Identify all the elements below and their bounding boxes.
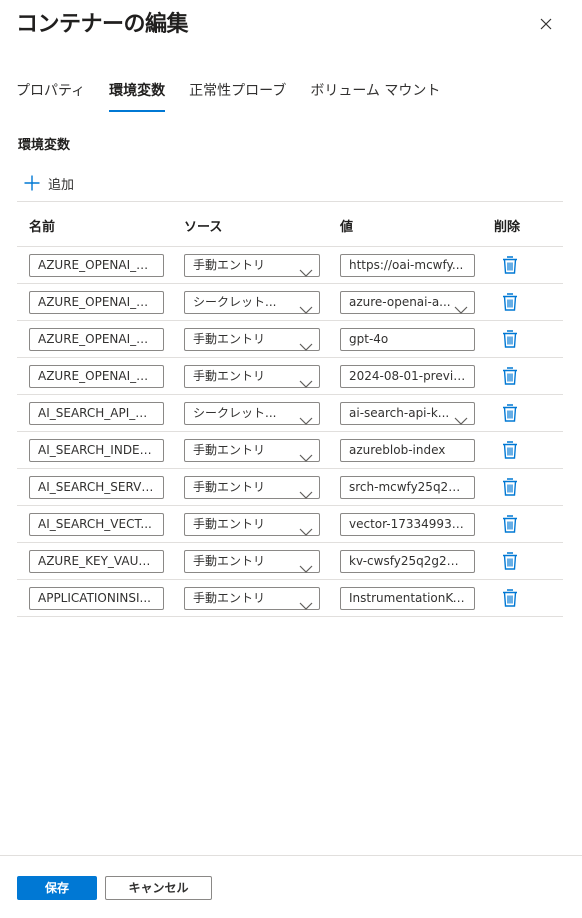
env-name-input[interactable]: APPLICATIONINSI...	[29, 587, 164, 610]
add-button-label: 追加	[48, 177, 75, 193]
column-header-name: 名前	[29, 220, 56, 235]
tab-environment-variables[interactable]: 環境変数	[109, 80, 166, 112]
close-icon	[540, 18, 552, 30]
chevron-down-icon	[454, 299, 468, 314]
env-name-input[interactable]: AZURE_OPENAI_A...	[29, 291, 164, 314]
trash-icon	[501, 366, 519, 386]
delete-button[interactable]	[501, 366, 519, 386]
chevron-down-icon	[299, 336, 313, 351]
env-name-input[interactable]: AI_SEARCH_INDEX...	[29, 439, 164, 462]
env-name-input[interactable]: AZURE_OPENAI_E...	[29, 254, 164, 277]
trash-icon	[501, 514, 519, 534]
chevron-down-icon	[299, 299, 313, 314]
footer: 保存 キャンセル	[0, 855, 582, 918]
env-value-input[interactable]: srch-mcwfy25q2g...	[340, 476, 475, 499]
env-name-input[interactable]: AZURE_OPENAI_A...	[29, 365, 164, 388]
delete-button[interactable]	[501, 551, 519, 571]
delete-button[interactable]	[501, 403, 519, 423]
env-var-grid: 名前 ソース 値 削除 AZURE_OPENAI_E... 手動エントリ https…	[17, 201, 563, 617]
table-row: AI_SEARCH_VECT... 手動エントリ vector-173349930.…	[17, 506, 563, 543]
plus-icon	[24, 175, 40, 191]
env-value-input[interactable]: InstrumentationKe...	[340, 587, 475, 610]
table-row: AZURE_OPENAI_E... 手動エントリ https://oai-mcwfy…	[17, 247, 563, 284]
env-name-input[interactable]: AI_SEARCH_VECT...	[29, 513, 164, 536]
grid-header: 名前 ソース 値 削除	[17, 201, 563, 247]
trash-icon	[501, 329, 519, 349]
env-value-input[interactable]: vector-173349930...	[340, 513, 475, 536]
tab-properties[interactable]: プロパティ	[16, 80, 85, 112]
section-title: 環境変数	[18, 138, 71, 153]
table-row: AZURE_OPENAI_D... 手動エントリ gpt-4o	[17, 321, 563, 358]
trash-icon	[501, 255, 519, 275]
tab-health-probes[interactable]: 正常性プローブ	[189, 80, 286, 112]
chevron-down-icon	[299, 373, 313, 388]
close-button[interactable]	[536, 14, 556, 34]
chevron-down-icon	[299, 410, 313, 425]
cancel-button[interactable]: キャンセル	[105, 876, 212, 900]
env-value-input[interactable]: https://oai-mcwfy...	[340, 254, 475, 277]
trash-icon	[501, 551, 519, 571]
delete-button[interactable]	[501, 588, 519, 608]
table-row: APPLICATIONINSI... 手動エントリ InstrumentationK…	[17, 580, 563, 617]
table-row: AZURE_OPENAI_A... シークレット... azure-openai-a…	[17, 284, 563, 321]
chevron-down-icon	[299, 558, 313, 573]
tab-bar: プロパティ 環境変数 正常性プローブ ボリューム マウント	[16, 80, 464, 112]
add-button[interactable]: 追加	[24, 172, 74, 194]
column-header-value: 値	[340, 220, 354, 235]
delete-button[interactable]	[501, 440, 519, 460]
delete-button[interactable]	[501, 255, 519, 275]
env-name-input[interactable]: AI_SEARCH_API_KEY	[29, 402, 164, 425]
delete-button[interactable]	[501, 292, 519, 312]
chevron-down-icon	[299, 521, 313, 536]
delete-button[interactable]	[501, 514, 519, 534]
env-value-input[interactable]: kv-cwsfy25q2g241...	[340, 550, 475, 573]
env-value-input[interactable]: azureblob-index	[340, 439, 475, 462]
trash-icon	[501, 440, 519, 460]
table-row: AI_SEARCH_INDEX... 手動エントリ azureblob-index	[17, 432, 563, 469]
chevron-down-icon	[299, 484, 313, 499]
env-value-input[interactable]: 2024-08-01-preview	[340, 365, 475, 388]
table-row: AZURE_KEY_VAUL... 手動エントリ kv-cwsfy25q2g241.…	[17, 543, 563, 580]
delete-button[interactable]	[501, 329, 519, 349]
panel-title: コンテナーの編集	[16, 12, 189, 37]
grid-rows: AZURE_OPENAI_E... 手動エントリ https://oai-mcwfy…	[17, 247, 563, 617]
table-row: AI_SEARCH_SERVI... 手動エントリ srch-mcwfy25q2g.…	[17, 469, 563, 506]
env-value-input[interactable]: gpt-4o	[340, 328, 475, 351]
save-button[interactable]: 保存	[17, 876, 97, 900]
env-name-input[interactable]: AZURE_OPENAI_D...	[29, 328, 164, 351]
chevron-down-icon	[299, 447, 313, 462]
table-row: AZURE_OPENAI_A... 手動エントリ 2024-08-01-previe…	[17, 358, 563, 395]
chevron-down-icon	[299, 262, 313, 277]
trash-icon	[501, 588, 519, 608]
table-row: AI_SEARCH_API_KEY シークレット... ai-search-api-…	[17, 395, 563, 432]
chevron-down-icon	[299, 595, 313, 610]
delete-button[interactable]	[501, 477, 519, 497]
column-header-delete: 削除	[494, 220, 521, 235]
trash-icon	[501, 477, 519, 497]
env-name-input[interactable]: AI_SEARCH_SERVI...	[29, 476, 164, 499]
column-header-source: ソース	[184, 220, 223, 235]
trash-icon	[501, 403, 519, 423]
trash-icon	[501, 292, 519, 312]
env-name-input[interactable]: AZURE_KEY_VAUL...	[29, 550, 164, 573]
chevron-down-icon	[454, 410, 468, 425]
tab-volume-mounts[interactable]: ボリューム マウント	[310, 80, 440, 112]
